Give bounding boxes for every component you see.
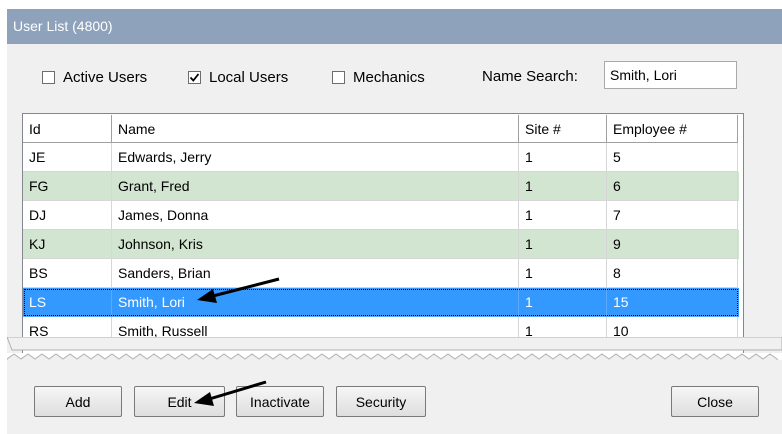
table-header: Id Name Site # Employee # bbox=[23, 115, 739, 143]
table-cell-name: Grant, Fred bbox=[112, 172, 519, 201]
table-row[interactable]: KJ Johnson, Kris 1 9 bbox=[23, 230, 739, 259]
local-users-check-box[interactable] bbox=[188, 71, 201, 84]
add-button[interactable]: Add bbox=[34, 386, 122, 417]
table-cell-site: 1 bbox=[519, 172, 607, 201]
edit-button[interactable]: Edit bbox=[134, 386, 225, 417]
close-button[interactable]: Close bbox=[671, 386, 759, 417]
table-cell-site: 1 bbox=[519, 288, 607, 317]
table-cell-name: James, Donna bbox=[112, 201, 519, 230]
column-header-name[interactable]: Name bbox=[112, 115, 519, 143]
window-title-bar: User List (4800) bbox=[7, 9, 782, 44]
column-header-employee[interactable]: Employee # bbox=[607, 115, 738, 143]
table-cell-employee: 8 bbox=[607, 259, 738, 288]
table-cell-name: Johnson, Kris bbox=[112, 230, 519, 259]
mechanics-label: Mechanics bbox=[353, 69, 425, 86]
table-cell-id: KJ bbox=[23, 230, 112, 259]
table-cell-employee: 15 bbox=[607, 288, 738, 317]
local-users-label: Local Users bbox=[209, 69, 289, 86]
table-cell-id: JE bbox=[23, 143, 112, 172]
table-cell-site: 1 bbox=[519, 201, 607, 230]
user-list-panel: Active Users Local Users Mechanics Name … bbox=[7, 44, 782, 354]
table-cell-employee: 9 bbox=[607, 230, 738, 259]
button-bar: Add Edit Inactivate Security Close bbox=[7, 360, 782, 434]
window-title: User List (4800) bbox=[13, 18, 113, 34]
column-header-id[interactable]: Id bbox=[23, 115, 112, 143]
table-row[interactable]: DJ James, Donna 1 7 bbox=[23, 201, 739, 230]
column-header-site[interactable]: Site # bbox=[519, 115, 607, 143]
active-users-check-box[interactable] bbox=[42, 71, 55, 84]
table-cell-name: Edwards, Jerry bbox=[112, 143, 519, 172]
table-cell-name: Smith, Lori bbox=[112, 288, 519, 317]
active-users-label: Active Users bbox=[63, 69, 148, 86]
local-users-checkbox[interactable]: Local Users bbox=[188, 69, 288, 86]
active-users-checkbox[interactable]: Active Users bbox=[42, 69, 147, 86]
table-cell-site: 1 bbox=[519, 259, 607, 288]
table-cell-employee: 6 bbox=[607, 172, 738, 201]
table-cell-employee: 7 bbox=[607, 201, 738, 230]
user-table: Id Name Site # Employee # JE Edwards, Jer… bbox=[22, 113, 744, 354]
table-row[interactable]: BS Sanders, Brian 1 8 bbox=[23, 259, 739, 288]
mechanics-check-box[interactable] bbox=[332, 71, 345, 84]
table-cell-name: Sanders, Brian bbox=[112, 259, 519, 288]
name-search-label: Name Search: bbox=[482, 68, 578, 85]
table-row[interactable]: JE Edwards, Jerry 1 5 bbox=[23, 143, 739, 172]
inactivate-button[interactable]: Inactivate bbox=[236, 386, 324, 417]
mechanics-checkbox[interactable]: Mechanics bbox=[332, 69, 425, 86]
table-row[interactable]: FG Grant, Fred 1 6 bbox=[23, 172, 739, 201]
table-cell-site: 1 bbox=[519, 143, 607, 172]
table-cell-id: FG bbox=[23, 172, 112, 201]
table-cell-id: LS bbox=[23, 288, 112, 317]
table-cell-employee: 5 bbox=[607, 143, 738, 172]
table-cell-id: DJ bbox=[23, 201, 112, 230]
filter-bar: Active Users Local Users Mechanics Name … bbox=[7, 44, 782, 108]
name-search-input[interactable] bbox=[604, 61, 737, 89]
table-cell-site: 1 bbox=[519, 230, 607, 259]
table-row[interactable]: LS Smith, Lori 1 15 bbox=[23, 288, 739, 317]
security-button[interactable]: Security bbox=[336, 386, 426, 417]
checkmark-icon bbox=[189, 73, 200, 82]
table-cell-id: BS bbox=[23, 259, 112, 288]
